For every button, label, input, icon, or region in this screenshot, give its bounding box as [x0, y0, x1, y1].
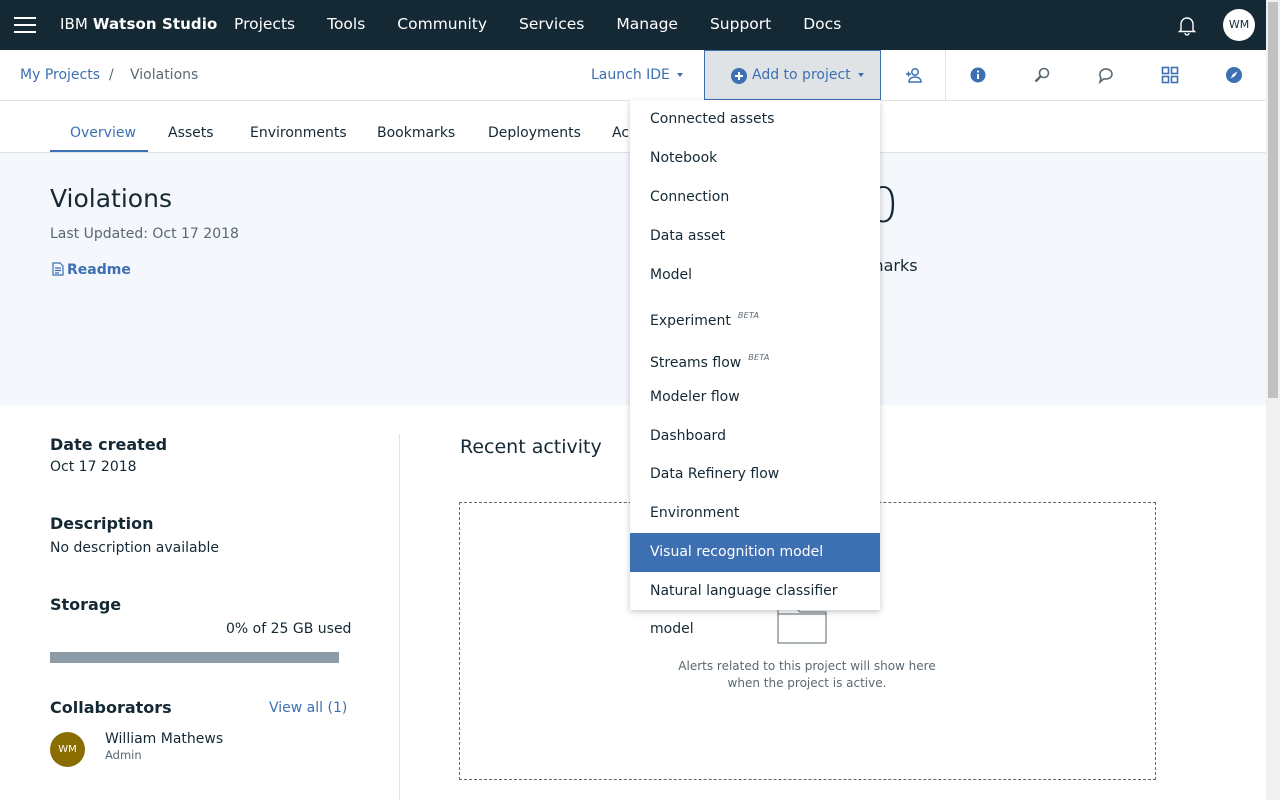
- view-all-collaborators-link[interactable]: View all (1): [269, 700, 347, 716]
- menu-item-label: Modeler flow: [650, 389, 740, 405]
- collaborator-role: Admin: [105, 748, 142, 762]
- grid-icon[interactable]: [1161, 66, 1179, 84]
- menu-item-label: Dashboard: [650, 428, 726, 444]
- project-title: Violations: [50, 184, 172, 213]
- add-to-project-menu: Connected assets Notebook Connection Dat…: [630, 100, 880, 637]
- breadcrumb-my-projects[interactable]: My Projects: [20, 67, 100, 83]
- menu-item-label: Connection: [650, 189, 730, 205]
- menu-item-modeler-flow[interactable]: Modeler flow: [630, 378, 880, 416]
- compass-icon[interactable]: [1225, 66, 1243, 84]
- menu-item-label: Model: [650, 267, 693, 283]
- add-collaborator-icon[interactable]: [905, 66, 923, 84]
- find-icon[interactable]: [1033, 66, 1051, 84]
- beta-badge: BETA: [748, 353, 770, 362]
- info-icon[interactable]: [969, 66, 987, 84]
- empty-activity-line-2: when the project is active.: [727, 676, 887, 690]
- nav-projects[interactable]: Projects: [218, 0, 311, 50]
- empty-activity-line-1: Alerts related to this project will show…: [678, 659, 936, 673]
- chevron-down-icon: [857, 73, 864, 77]
- nav-community[interactable]: Community: [381, 0, 503, 50]
- menu-item-label: Environment: [650, 505, 740, 521]
- tab-bookmarks[interactable]: Bookmarks: [377, 125, 455, 141]
- add-to-project-label: Add to project: [752, 67, 851, 83]
- nav-tools[interactable]: Tools: [311, 0, 381, 50]
- tab-overview[interactable]: Overview: [70, 125, 136, 141]
- tab-assets[interactable]: Assets: [168, 125, 214, 141]
- app-brand[interactable]: IBM Watson Studio: [60, 15, 217, 33]
- brand-name: Watson Studio: [92, 15, 218, 33]
- date-created-value: Oct 17 2018: [50, 459, 137, 475]
- menu-item-label: Streams flow: [650, 355, 742, 371]
- menu-item-label: Data Refinery flow: [650, 466, 780, 482]
- brand-prefix: IBM: [60, 15, 88, 33]
- add-circle-icon: [731, 68, 747, 84]
- document-icon: [52, 262, 64, 276]
- launch-ide-button[interactable]: Launch IDE: [591, 67, 683, 83]
- menu-item-environment[interactable]: Environment: [630, 494, 880, 532]
- menu-item-label: Visual recognition model: [650, 544, 824, 560]
- menu-item-dashboard[interactable]: Dashboard: [630, 417, 880, 455]
- breadcrumb-separator: /: [109, 67, 114, 83]
- collaborator-name: William Mathews: [105, 731, 224, 747]
- notification-bell-icon[interactable]: [1175, 13, 1199, 37]
- last-updated: Last Updated: Oct 17 2018: [50, 226, 239, 242]
- menu-item-data-asset[interactable]: Data asset: [630, 217, 880, 255]
- menu-item-model[interactable]: Model: [630, 256, 880, 294]
- breadcrumb-current: Violations: [130, 67, 199, 83]
- menu-item-streams-flow[interactable]: Streams flow BETA: [630, 339, 880, 377]
- nav-support[interactable]: Support: [694, 0, 787, 50]
- readme-link[interactable]: Readme: [52, 262, 131, 278]
- storage-label: Storage: [50, 595, 122, 614]
- column-divider: [399, 434, 400, 800]
- storage-used-text: 0% of 25 GB used: [226, 621, 352, 637]
- top-navigation-bar: IBM Watson Studio Projects Tools Communi…: [0, 0, 1280, 50]
- active-tab-indicator: [50, 150, 148, 152]
- menu-item-data-refinery-flow[interactable]: Data Refinery flow: [630, 455, 880, 493]
- project-header: My Projects / Violations Launch IDE: [0, 50, 1266, 101]
- menu-item-natural-language-classifier-model[interactable]: Natural language classifier model: [630, 572, 880, 637]
- user-avatar[interactable]: WM: [1223, 9, 1255, 41]
- menu-item-label: Data asset: [650, 228, 726, 244]
- menu-item-label: Experiment: [650, 313, 731, 329]
- menu-item-label: Notebook: [650, 150, 718, 166]
- beta-badge: BETA: [737, 311, 760, 320]
- add-to-project-button[interactable]: Add to project: [704, 50, 881, 100]
- menu-item-visual-recognition-model[interactable]: Visual recognition model: [630, 533, 880, 572]
- scrollbar-thumb[interactable]: [1268, 2, 1278, 398]
- collaborators-label: Collaborators: [50, 698, 172, 717]
- tab-access[interactable]: Ac: [612, 125, 629, 141]
- date-created-label: Date created: [50, 435, 168, 454]
- toolbar-divider: [945, 50, 946, 100]
- menu-item-notebook[interactable]: Notebook: [630, 139, 880, 177]
- readme-label: Readme: [67, 262, 131, 278]
- storage-progress-bar: [50, 652, 339, 663]
- chat-icon[interactable]: [1097, 66, 1115, 84]
- nav-docs[interactable]: Docs: [787, 0, 857, 50]
- nav-services[interactable]: Services: [503, 0, 600, 50]
- chevron-down-icon: [676, 73, 683, 77]
- menu-item-connected-assets[interactable]: Connected assets: [630, 100, 880, 138]
- launch-ide-label: Launch IDE: [591, 67, 670, 83]
- menu-item-experiment[interactable]: Experiment BETA: [630, 297, 880, 335]
- tab-deployments[interactable]: Deployments: [488, 125, 581, 141]
- description-value: No description available: [50, 540, 219, 556]
- main-nav: Projects Tools Community Services Manage…: [218, 0, 857, 50]
- nav-manage[interactable]: Manage: [600, 0, 694, 50]
- menu-item-label: Connected assets: [650, 111, 775, 127]
- hamburger-menu-icon[interactable]: [14, 14, 38, 36]
- empty-activity-message: Alerts related to this project will show…: [659, 658, 955, 692]
- collaborator-avatar: WM: [50, 732, 85, 767]
- recent-activity-title: Recent activity: [460, 436, 602, 458]
- tab-environments[interactable]: Environments: [250, 125, 347, 141]
- menu-item-connection[interactable]: Connection: [630, 178, 880, 216]
- description-label: Description: [50, 514, 154, 533]
